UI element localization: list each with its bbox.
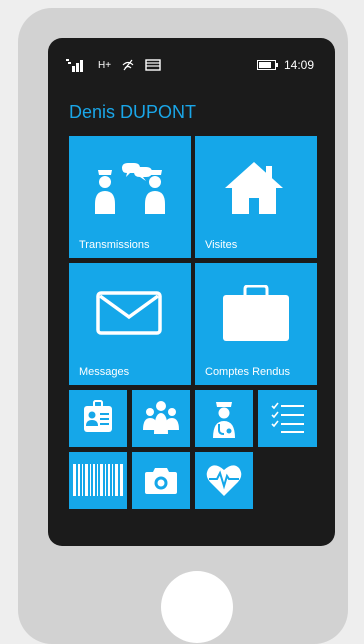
group-people-icon — [143, 401, 179, 434]
clock: 14:09 — [284, 58, 315, 72]
wifi-icon — [122, 59, 134, 71]
barcode-icon — [73, 464, 123, 496]
phone-screen: H+ 14:09 Denis DUPONT Transmissions Visi… — [48, 38, 335, 546]
envelope-icon — [96, 291, 162, 335]
sim-card-icon — [145, 59, 161, 71]
tile-id-badge[interactable] — [69, 390, 127, 447]
tile-visites[interactable]: Visites — [195, 136, 317, 258]
battery-icon — [257, 60, 278, 70]
tile-comptes-rendus[interactable]: Comptes Rendus — [195, 263, 317, 385]
tile-messages[interactable]: Messages — [69, 263, 191, 385]
signal-bars-icon — [66, 59, 83, 72]
tile-camera[interactable] — [132, 452, 190, 509]
status-bar: H+ 14:09 — [48, 38, 335, 78]
tile-group[interactable] — [132, 390, 190, 447]
house-icon — [225, 162, 283, 214]
tile-transmissions-label: Transmissions — [79, 239, 150, 251]
checklist-icon — [271, 402, 304, 433]
camera-icon — [145, 468, 177, 494]
tile-checklist[interactable] — [258, 390, 317, 447]
nurses-chat-icon — [95, 163, 165, 214]
tile-transmissions[interactable]: Transmissions — [69, 136, 191, 258]
network-type: H+ — [98, 60, 112, 71]
home-button[interactable] — [161, 571, 233, 643]
tile-visites-label: Visites — [205, 239, 238, 251]
heart-rate-icon — [206, 465, 242, 496]
user-name: Denis DUPONT — [69, 102, 197, 122]
tile-barcode[interactable] — [69, 452, 127, 509]
tile-messages-label: Messages — [79, 366, 130, 378]
tile-comptes-rendus-label: Comptes Rendus — [205, 366, 290, 378]
briefcase-icon — [223, 285, 289, 341]
id-badge-icon — [84, 400, 112, 432]
tile-heart-rate[interactable] — [195, 452, 253, 509]
doctor-icon — [213, 402, 235, 438]
tile-doctor[interactable] — [195, 390, 253, 447]
